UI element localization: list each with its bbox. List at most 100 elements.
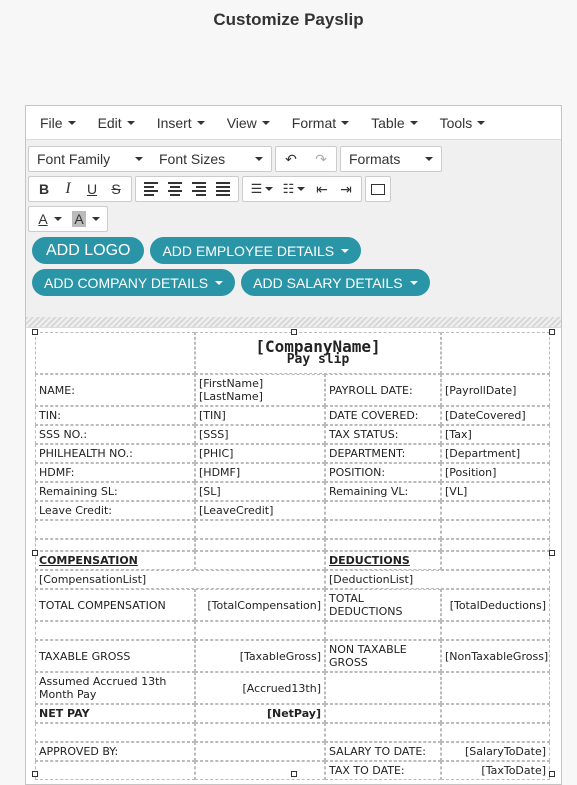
add-logo-button[interactable]: ADD LOGO	[32, 237, 145, 264]
menu-edit[interactable]: Edit	[90, 115, 143, 131]
table-cell[interactable]	[35, 723, 195, 742]
add-employee-details-button[interactable]: ADD EMPLOYEE DETAILS	[150, 237, 362, 264]
table-cell[interactable]	[441, 672, 551, 704]
caret-down-icon	[409, 120, 418, 125]
text-color-button[interactable]: A	[32, 207, 68, 231]
taxable-gross-value: [TaxableGross]	[195, 640, 325, 672]
table-cell[interactable]	[195, 539, 325, 551]
resize-handle[interactable]	[549, 550, 555, 556]
name-label: NAME:	[35, 374, 195, 406]
menu-tools[interactable]: Tools	[432, 115, 494, 131]
rich-text-editor[interactable]: File Edit Insert View Format Table Tools…	[25, 105, 562, 785]
total-deductions-label: TOTAL DEDUCTIONS	[325, 589, 442, 621]
resize-handle[interactable]	[32, 550, 38, 556]
table-row: NAME: [FirstName] [LastName] PAYROLL DAT…	[35, 374, 551, 406]
table-cell[interactable]	[325, 704, 442, 723]
table-cell[interactable]	[441, 539, 551, 551]
align-left-button[interactable]	[139, 177, 163, 201]
add-salary-details-button[interactable]: ADD SALARY DETAILS	[241, 269, 430, 296]
table-cell[interactable]	[325, 539, 442, 551]
menu-bar: File Edit Insert View Format Table Tools	[26, 106, 561, 140]
philhealth-label: PHILHEALTH NO.:	[35, 444, 195, 463]
payslip-subtitle: Pay slip	[286, 352, 350, 367]
remaining-sl-label: Remaining SL:	[35, 482, 195, 501]
menu-insert[interactable]: Insert	[149, 115, 213, 131]
insert-image-button[interactable]	[366, 177, 390, 201]
resize-handle[interactable]	[291, 771, 297, 777]
table-cell[interactable]	[441, 520, 551, 539]
indent-button[interactable]: ⇥	[334, 177, 358, 201]
resize-handle[interactable]	[549, 771, 555, 777]
leave-credit-value: [LeaveCredit]	[195, 501, 325, 520]
table-cell[interactable]	[441, 551, 551, 570]
redo-icon: ↷	[315, 150, 327, 167]
formats-group: Formats	[340, 146, 442, 172]
bullet-list-button[interactable]: ☰	[246, 177, 278, 201]
undo-button[interactable]: ↶	[276, 147, 306, 171]
caret-down-icon	[67, 120, 76, 125]
numbered-list-button[interactable]: ☷	[278, 177, 310, 201]
resize-handle[interactable]	[291, 329, 297, 335]
table-cell[interactable]	[441, 621, 551, 640]
align-center-button[interactable]	[163, 177, 187, 201]
non-taxable-gross-value: [NonTaxableGross]	[441, 640, 551, 672]
table-cell[interactable]	[195, 742, 325, 761]
align-justify-button[interactable]	[211, 177, 235, 201]
redo-button[interactable]: ↷	[306, 147, 336, 171]
payslip-table[interactable]: [CompanyName] Pay slip NAME: [FirstName]…	[35, 332, 551, 780]
underline-button[interactable]: U	[80, 177, 104, 201]
caret-down-icon	[425, 157, 433, 161]
resize-handle[interactable]	[32, 771, 38, 777]
table-row: COMPENSATION DEDUCTIONS	[35, 551, 551, 570]
non-taxable-gross-label: NON TAXABLE GROSS	[325, 640, 442, 672]
table-row: [CompanyName] Pay slip	[35, 332, 551, 374]
bg-color-button[interactable]: A	[68, 207, 104, 231]
table-cell[interactable]	[441, 723, 551, 742]
table-cell[interactable]	[325, 520, 442, 539]
undo-icon: ↶	[285, 150, 297, 167]
align-right-button[interactable]	[187, 177, 211, 201]
strikethrough-button[interactable]: S	[104, 177, 128, 201]
menu-table[interactable]: Table	[363, 115, 425, 131]
table-cell[interactable]	[441, 501, 551, 520]
table-cell[interactable]: [CompanyName] Pay slip	[195, 332, 442, 374]
tax-status-label: TAX STATUS:	[325, 425, 442, 444]
table-cell[interactable]	[195, 761, 325, 780]
italic-button[interactable]: I	[56, 177, 80, 201]
menu-view[interactable]: View	[219, 115, 278, 131]
table-cell[interactable]	[325, 672, 442, 704]
table-cell[interactable]	[195, 723, 325, 742]
tin-value: [TIN]	[195, 406, 325, 425]
table-cell[interactable]	[195, 551, 325, 570]
compensation-list: [CompensationList]	[35, 570, 325, 589]
table-cell[interactable]	[35, 761, 195, 780]
department-value: [Department]	[441, 444, 551, 463]
menu-format[interactable]: Format	[284, 115, 357, 131]
bold-button[interactable]: B	[32, 177, 56, 201]
menu-file[interactable]: File	[32, 115, 84, 131]
table-cell[interactable]	[35, 520, 195, 539]
table-cell[interactable]	[441, 332, 551, 374]
table-cell[interactable]	[35, 332, 195, 374]
formats-select[interactable]: Formats	[341, 147, 441, 171]
total-compensation-label: TOTAL COMPENSATION	[35, 589, 195, 621]
font-family-select[interactable]: Font Family	[29, 147, 151, 171]
caret-down-icon	[215, 280, 224, 285]
editor-content[interactable]: [CompanyName] Pay slip NAME: [FirstName]…	[26, 328, 561, 780]
add-company-details-button[interactable]: ADD COMPANY DETAILS	[32, 269, 236, 296]
table-cell[interactable]	[195, 520, 325, 539]
align-left-icon	[144, 182, 158, 196]
outdent-button[interactable]: ⇤	[310, 177, 334, 201]
font-size-select[interactable]: Font Sizes	[151, 147, 271, 171]
table-cell[interactable]	[195, 621, 325, 640]
resize-handle[interactable]	[549, 329, 555, 335]
resize-handle[interactable]	[32, 329, 38, 335]
table-cell[interactable]	[325, 621, 442, 640]
total-compensation-value: [TotalCompensation]	[195, 589, 325, 621]
table-cell[interactable]	[35, 621, 195, 640]
table-cell[interactable]	[325, 501, 442, 520]
table-cell[interactable]	[441, 704, 551, 723]
list-group: ☰ ☷ ⇤ ⇥	[242, 176, 362, 202]
table-cell[interactable]	[35, 539, 195, 551]
table-cell[interactable]	[325, 723, 442, 742]
